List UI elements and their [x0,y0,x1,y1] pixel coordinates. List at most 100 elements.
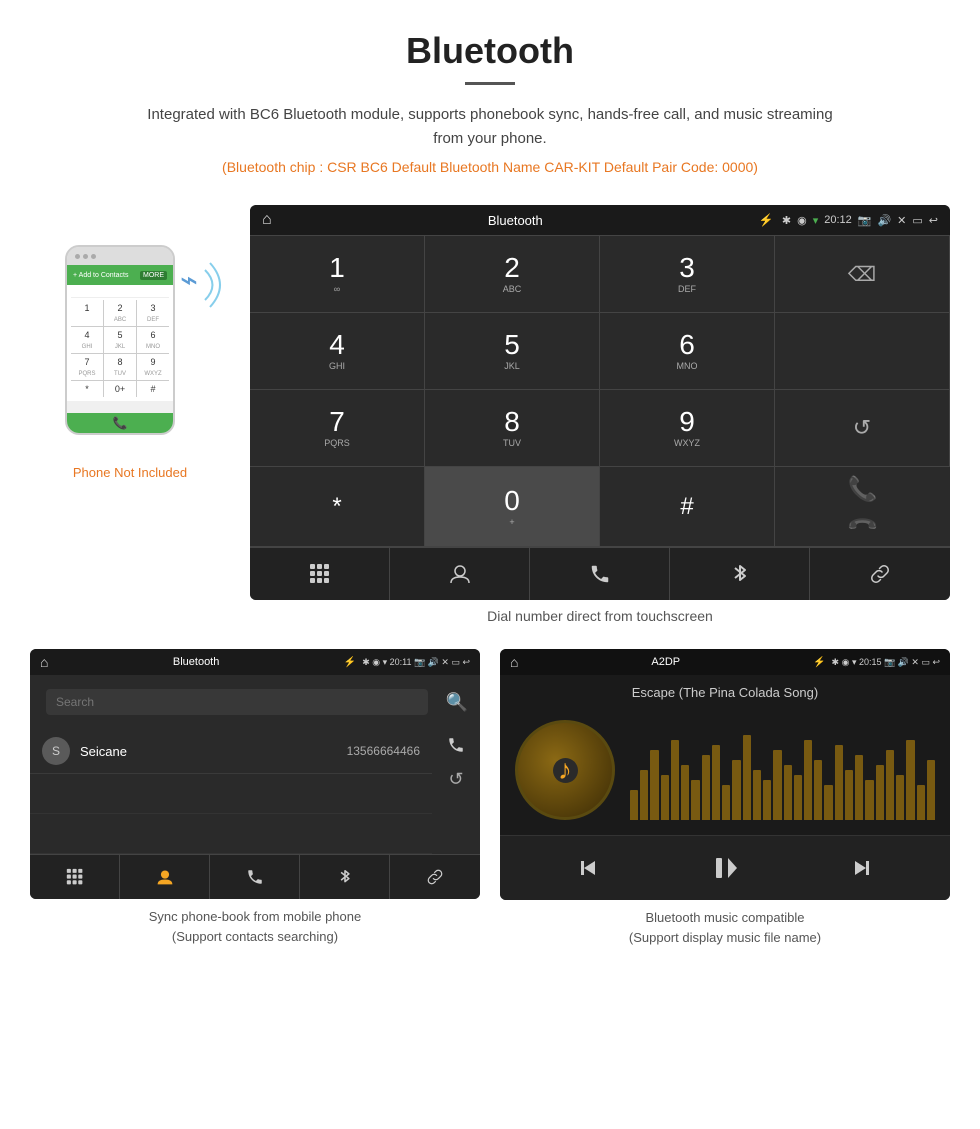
dial-key-7[interactable]: 7 PQRS [250,390,425,467]
dial-key-star[interactable]: * [250,467,425,547]
viz-bar [702,755,710,820]
dial-key-hash[interactable]: # [600,467,775,547]
pb-right-icons: ↺ [432,729,480,854]
pb-home-icon[interactable]: ⌂ [40,654,48,670]
dial-screen: ⌂ Bluetooth ⚡ ✱ ◉ ▾ 20:12 📷 🔊 ✕ ▭ ↩ [250,205,950,639]
dial-nav-contacts[interactable] [390,548,530,600]
pb-call-icon-btn[interactable] [440,729,472,761]
dial-key-2[interactable]: 2 ABC [425,236,600,313]
dial-key-4[interactable]: 4 GHI [250,313,425,390]
viz-bar [784,765,792,820]
phone-bottom-bar: 📞 [67,413,173,433]
pb-contact-row[interactable]: S Seicane 13566664466 [30,729,432,774]
phone-keypad: 1 2ABC 3DEF 4GHI 5JKL 6MNO 7PQRS 8TUV 9W… [71,300,169,397]
bluetooth-specs: (Bluetooth chip : CSR BC6 Default Blueto… [20,159,960,175]
album-art: ♪ [515,720,615,820]
phone-section: ⌁ + Add to Contacts MORE [30,205,230,639]
dial-key-1[interactable]: 1 ∞ [250,236,425,313]
bottom-screenshots: ⌂ Bluetooth ⚡ ✱ ◉ ▾ 20:11 📷 🔊 ✕ ▭ ↩ 🔍 S … [0,649,980,977]
dial-usb-icon: ⚡ [759,213,774,227]
dial-backspace-cell[interactable]: ⌫ [775,236,950,313]
pb-nav-contacts-active[interactable] [120,855,210,899]
dial-bottom-bar [250,547,950,600]
dial-nav-call[interactable] [530,548,670,600]
dial-nav-keypad[interactable] [250,548,390,600]
dial-key-9[interactable]: 9 WXYZ [600,390,775,467]
green-phone-icon: 📞 [848,475,878,504]
pb-search-area: 🔍 [30,675,480,729]
music-visualizer [630,720,935,820]
dial-empty-cell-1 [775,313,950,390]
pb-search-input[interactable] [56,695,418,709]
pb-nav-keypad[interactable] [30,855,120,899]
dial-key-6[interactable]: 6 MNO [600,313,775,390]
viz-bar [743,735,751,820]
pb-empty-row-2 [30,814,432,854]
dial-key-3[interactable]: 3 DEF [600,236,775,313]
pb-nav-bluetooth[interactable] [300,855,390,899]
page-header: Bluetooth Integrated with BC6 Bluetooth … [0,0,980,205]
dial-green-call-btn[interactable]: 📞 [848,475,878,504]
pb-content-area: S Seicane 13566664466 ↺ [30,729,480,854]
pb-statusbar-icons: ✱ ◉ ▾ 20:11 📷 🔊 ✕ ▭ ↩ [362,657,470,668]
pb-nav-link[interactable] [390,855,480,899]
dial-red-hangup-btn[interactable]: 📞 [850,513,875,538]
phonebook-caption: Sync phone-book from mobile phone (Suppo… [30,907,480,946]
dial-caption: Dial number direct from touchscreen [250,608,950,639]
phone-body: + Add to Contacts MORE 1 2ABC 3DEF 4GHI … [65,245,175,435]
viz-bar [732,760,740,820]
phone-green-bar: + Add to Contacts MORE [67,265,173,285]
phone-screen-content: 1 2ABC 3DEF 4GHI 5JKL 6MNO 7PQRS 8TUV 9W… [67,285,173,401]
pb-search-bar[interactable] [46,689,428,715]
music-next-btn[interactable] [842,848,882,888]
music-statusbar-icons: ✱ ◉ ▾ 20:15 📷 🔊 ✕ ▭ ↩ [832,657,940,668]
dial-statusbar-icons: ✱ ◉ ▾ 20:12 📷 🔊 ✕ ▭ ↩ [782,214,938,227]
music-prev-btn[interactable] [568,848,608,888]
dial-refresh-cell[interactable]: ↺ [775,390,950,467]
viz-bar [691,780,699,820]
music-note-icon: ♪ [558,754,572,786]
pb-statusbar: ⌂ Bluetooth ⚡ ✱ ◉ ▾ 20:11 📷 🔊 ✕ ▭ ↩ [30,649,480,675]
pb-contact-name: Seicane [80,744,337,759]
viz-bar [876,765,884,820]
dial-key-0[interactable]: 0 + [425,467,600,547]
pb-search-button[interactable]: 🔍 [442,692,472,713]
pb-refresh-icon-btn[interactable]: ↺ [440,763,472,795]
svg-text:⌁: ⌁ [180,264,198,297]
dial-screen-title: Bluetooth [280,213,751,228]
music-playpause-btn[interactable] [705,848,745,888]
music-usb-icon: ⚡ [813,657,825,668]
music-screen: ⌂ A2DP ⚡ ✱ ◉ ▾ 20:15 📷 🔊 ✕ ▭ ↩ Escape (T… [500,649,950,900]
pb-title: Bluetooth [54,656,337,668]
music-statusbar: ⌂ A2DP ⚡ ✱ ◉ ▾ 20:15 📷 🔊 ✕ ▭ ↩ [500,649,950,675]
viz-bar [927,760,935,820]
dial-call-cells: 📞 📞 [775,467,950,547]
dial-home-icon[interactable]: ⌂ [262,211,272,229]
music-title: A2DP [524,656,807,668]
music-content: ♪ [500,705,950,835]
music-caption: Bluetooth music compatible (Support disp… [500,908,950,947]
music-home-icon[interactable]: ⌂ [510,654,518,670]
viz-bar [845,770,853,820]
backspace-icon: ⌫ [848,262,876,287]
dial-key-5[interactable]: 5 JKL [425,313,600,390]
pb-usb-icon: ⚡ [344,657,356,668]
viz-bar [917,785,925,820]
viz-bar [753,770,761,820]
pb-nav-call[interactable] [210,855,300,899]
pb-empty-row-1 [30,774,432,814]
viz-bar [712,745,720,820]
phonebook-screen: ⌂ Bluetooth ⚡ ✱ ◉ ▾ 20:11 📷 🔊 ✕ ▭ ↩ 🔍 S … [30,649,480,899]
viz-bar [824,785,832,820]
viz-bar [722,785,730,820]
viz-bar [865,780,873,820]
viz-bar [640,770,648,820]
red-phone-icon: 📞 [845,508,880,543]
phone-illustration: ⌁ + Add to Contacts MORE [65,245,195,455]
dial-nav-link[interactable] [810,548,950,600]
viz-bar [650,750,658,820]
dial-nav-bluetooth[interactable] [670,548,810,600]
page-title: Bluetooth [20,30,960,72]
viz-bar [835,745,843,820]
dial-key-8[interactable]: 8 TUV [425,390,600,467]
